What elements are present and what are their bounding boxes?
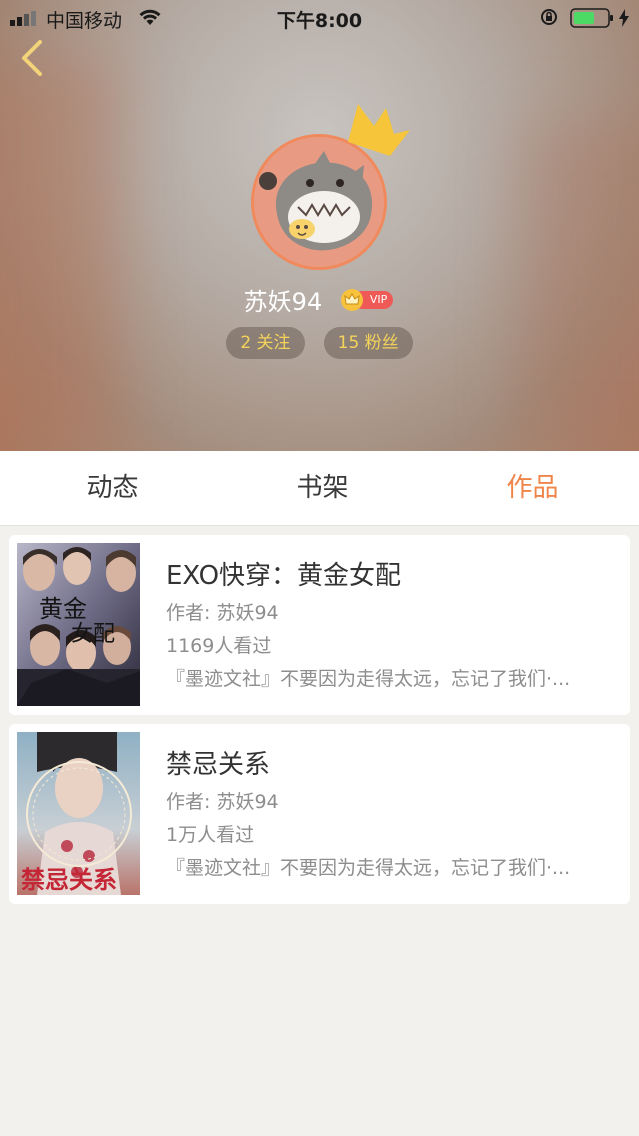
username-row: 苏妖94 VIP [0, 282, 639, 316]
following-button[interactable]: 2 关注 [226, 327, 305, 359]
book-title: 禁忌关系 [166, 750, 271, 780]
followers-button[interactable]: 15 粉丝 [323, 327, 413, 359]
book-cover: 黄金 女配 [17, 543, 140, 706]
stats-row: 2 关注 15 粉丝 [0, 327, 639, 359]
battery-icon [570, 8, 613, 28]
vip-crown-icon [341, 288, 364, 311]
profile-header: 中国移动 下午8:00 苏妖94 VIP 2 关注 15 粉丝 [0, 0, 639, 451]
book-cover: 禁忌关系 [17, 732, 140, 895]
status-bar: 中国移动 下午8:00 [0, 0, 639, 36]
book-description: 『墨迹文社』不要因为走得太远，忘记了我们·... [166, 668, 571, 690]
tab-bar: 动态 书架 作品 [0, 451, 639, 526]
svg-text:黄金: 黄金 [39, 595, 87, 623]
tab-activity[interactable]: 动态 [6, 451, 219, 525]
crown-icon [348, 104, 410, 156]
tab-works[interactable]: 作品 [426, 451, 639, 525]
vip-badge[interactable]: VIP [341, 288, 395, 311]
book-author: 作者: 苏妖94 [166, 791, 279, 813]
book-title: EXO快穿：黄金女配 [166, 561, 402, 591]
book-author: 作者: 苏妖94 [166, 602, 279, 624]
list-item[interactable]: 禁忌关系 禁忌关系 作者: 苏妖94 1万人看过 『墨迹文社』不要因为走得太远，… [9, 724, 630, 904]
svg-text:禁忌关系: 禁忌关系 [21, 866, 117, 894]
tab-bookshelf[interactable]: 书架 [216, 451, 429, 525]
rotation-lock-icon [541, 9, 557, 25]
charging-icon [619, 9, 629, 27]
book-description: 『墨迹文社』不要因为走得太远，忘记了我们·... [166, 857, 571, 879]
username: 苏妖94 [243, 288, 323, 316]
back-button[interactable] [14, 36, 54, 80]
svg-text:女配: 女配 [71, 622, 115, 647]
book-views: 1169人看过 [166, 635, 272, 657]
book-views: 1万人看过 [166, 824, 255, 846]
list-item[interactable]: 黄金 女配 EXO快穿：黄金女配 作者: 苏妖94 1169人看过 『墨迹文社』… [9, 535, 630, 715]
